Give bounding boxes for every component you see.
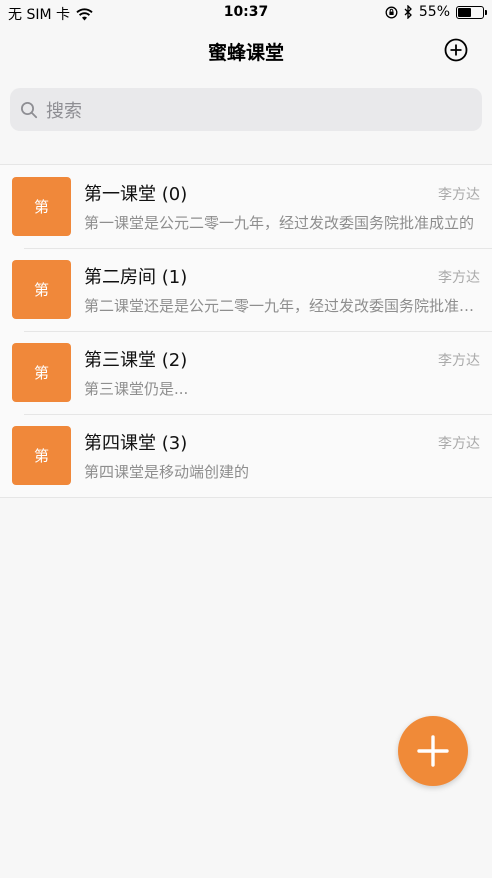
avatar: 第 xyxy=(12,177,71,236)
item-author: 李方达 xyxy=(438,436,480,452)
classroom-list: 第 第一课堂 (0) 李方达 第一课堂是公元二零一九年，经过发改委国务院批准成立… xyxy=(0,164,492,498)
item-description: 第三课堂仍是... xyxy=(84,380,189,398)
add-classroom-button[interactable] xyxy=(398,716,468,786)
avatar: 第 xyxy=(12,343,71,402)
list-item[interactable]: 第 第三课堂 (2) 李方达 第三课堂仍是... xyxy=(0,331,492,414)
navigation-bar: 蜜蜂课堂 xyxy=(0,26,492,76)
status-bar: 无 SIM 卡 10:37 55% xyxy=(0,0,492,26)
item-title: 第四课堂 (3) xyxy=(84,433,188,454)
item-description: 第四课堂是移动端创建的 xyxy=(84,463,250,481)
item-author: 李方达 xyxy=(438,187,480,203)
item-title: 第三课堂 (2) xyxy=(84,350,188,371)
battery-icon xyxy=(456,5,487,19)
search-icon xyxy=(21,101,38,118)
item-author: 李方达 xyxy=(438,353,480,369)
search-input[interactable]: 搜索 xyxy=(10,88,482,131)
item-description: 第二课堂还是是公元二零一九年，经过发改委国务院批准成立的 xyxy=(84,297,480,315)
search-placeholder: 搜索 xyxy=(46,100,82,122)
avatar: 第 xyxy=(12,426,71,485)
bluetooth-icon xyxy=(404,5,412,19)
plus-circle-icon[interactable] xyxy=(444,38,468,62)
battery-percent: 55% xyxy=(418,4,450,20)
item-title: 第一课堂 (0) xyxy=(84,184,188,205)
plus-icon xyxy=(417,735,449,767)
battery-level xyxy=(458,7,472,17)
avatar: 第 xyxy=(12,260,71,319)
list-item[interactable]: 第 第二房间 (1) 李方达 第二课堂还是是公元二零一九年，经过发改委国务院批准… xyxy=(0,248,492,331)
page-title: 蜜蜂课堂 xyxy=(207,42,284,64)
item-title: 第二房间 (1) xyxy=(84,267,188,288)
orientation-lock-icon xyxy=(385,6,398,18)
status-right: 55% xyxy=(385,4,487,20)
list-item[interactable]: 第 第一课堂 (0) 李方达 第一课堂是公元二零一九年，经过发改委国务院批准成立… xyxy=(0,165,492,248)
item-description: 第一课堂是公元二零一九年，经过发改委国务院批准成立的 xyxy=(84,214,475,232)
item-author: 李方达 xyxy=(438,270,480,286)
list-item[interactable]: 第 第四课堂 (3) 李方达 第四课堂是移动端创建的 xyxy=(0,414,492,497)
